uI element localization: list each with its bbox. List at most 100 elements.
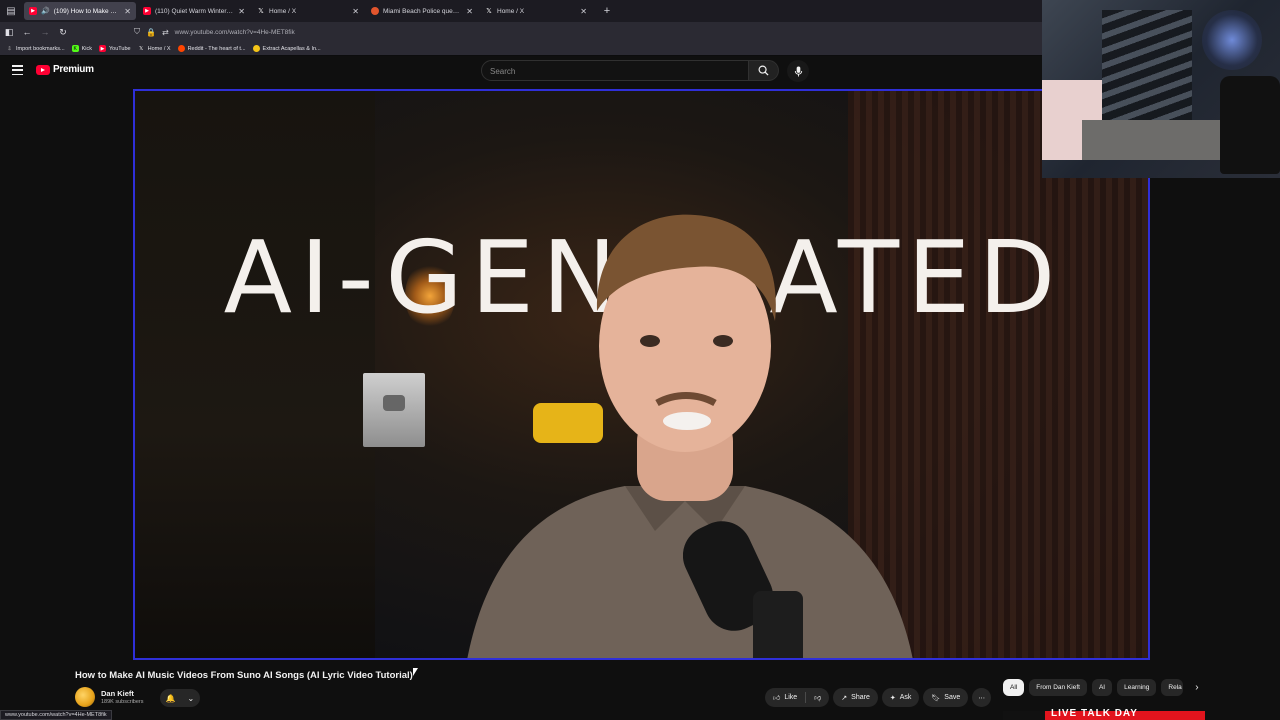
notification-bell-button[interactable]: 🔔 ⌄ xyxy=(160,689,200,707)
tab-close-icon[interactable]: ✕ xyxy=(124,7,131,16)
save-button[interactable]: 🔖︎ Save xyxy=(923,688,969,707)
share-button[interactable]: ↗ Share xyxy=(833,688,878,707)
like-label: Like xyxy=(784,694,798,701)
bookmark-label: Import bookmarks... xyxy=(16,45,65,52)
url-text[interactable]: www.youtube.com/watch?v=4He-MET8fik xyxy=(175,29,295,36)
youtube-favicon-icon: ▶ xyxy=(99,45,106,52)
video-actions: 👍︎ Like 👎︎ ↗ Share ✦ Ask 🔖︎ Save ⋯ xyxy=(765,688,992,707)
tab-close-icon[interactable]: ✕ xyxy=(352,7,359,16)
bookmark-extract-acapellas[interactable]: Extract Acapellas & In... xyxy=(252,45,321,52)
webcam-chair xyxy=(1220,76,1280,174)
webcam-desk xyxy=(1082,120,1232,160)
mouse-cursor-icon xyxy=(413,668,418,676)
tab-close-icon[interactable]: ✕ xyxy=(466,7,473,16)
tab-home-x-1[interactable]: 𝕏 Home / X ✕ xyxy=(252,2,364,20)
tab-close-icon[interactable]: ✕ xyxy=(580,7,587,16)
search-box[interactable] xyxy=(481,60,749,81)
thumbs-down-icon: 👎︎ xyxy=(814,695,822,702)
bookmark-icon: 🔖︎ xyxy=(931,694,941,702)
chip-ai[interactable]: AI xyxy=(1091,679,1113,696)
webcam-stairs xyxy=(1102,10,1192,130)
tab-title: Home / X xyxy=(497,7,525,15)
speaker-icon[interactable]: 🔊 xyxy=(41,7,50,15)
url-bar[interactable]: ⛉ 🔒 ⇄ www.youtube.com/watch?v=4He-MET8fi… xyxy=(134,24,1034,40)
tab-close-icon[interactable]: ✕ xyxy=(238,7,245,16)
chevron-right-icon[interactable]: › xyxy=(1188,679,1205,696)
chevron-down-icon: ⌄ xyxy=(187,693,195,703)
microphone-icon xyxy=(794,65,802,77)
channel-name[interactable]: Dan Kieft xyxy=(101,689,144,698)
search-input[interactable] xyxy=(482,62,748,81)
bookmark-import[interactable]: ⇩ Import bookmarks... xyxy=(6,45,65,52)
save-label: Save xyxy=(944,694,961,701)
youtube-favicon-icon: ▶ xyxy=(143,7,151,15)
lock-icon[interactable]: 🔒 xyxy=(146,28,156,37)
share-label: Share xyxy=(851,694,870,701)
thumbs-up-icon: 👍︎ xyxy=(773,695,781,702)
dislike-button[interactable]: 👎︎ xyxy=(806,688,829,707)
bookmark-youtube[interactable]: ▶ YouTube xyxy=(99,45,131,52)
reload-icon[interactable]: ↻ xyxy=(54,22,72,42)
subscriber-count: 189K subscribers xyxy=(101,699,144,705)
bookmark-home-x[interactable]: 𝕏 Home / X xyxy=(138,45,171,52)
recommendation-chips: All From Dan Kieft AI Learning Rela › xyxy=(1003,679,1205,696)
voice-search-button[interactable] xyxy=(787,60,809,82)
tab-title: (109) How to Make AI Music xyxy=(53,7,121,15)
bookmark-reddit[interactable]: Reddit - The heart of t... xyxy=(177,45,246,52)
bookmark-label: Reddit - The heart of t... xyxy=(187,45,246,52)
bookmark-kick[interactable]: K Kick xyxy=(71,45,92,52)
ask-label: Ask xyxy=(899,694,912,701)
status-bar-url: www.youtube.com/watch?v=4He-MET8fik xyxy=(0,710,112,720)
menu-icon[interactable] xyxy=(12,65,23,75)
youtube-logo-icon xyxy=(36,64,50,75)
chip-related[interactable]: Rela xyxy=(1161,679,1184,696)
chip-learning[interactable]: Learning xyxy=(1117,679,1157,696)
recommended-thumbnail[interactable]: LIVE TALK DAY xyxy=(1003,708,1205,720)
reddit-favicon-icon xyxy=(177,45,185,52)
sidebar-toggle-icon[interactable]: ◧ xyxy=(0,22,18,42)
x-logo-icon: 𝕏 xyxy=(139,45,144,52)
youtube-premium-logo[interactable]: Premium xyxy=(36,64,94,75)
forward-icon[interactable]: → xyxy=(36,22,54,42)
channel-avatar[interactable] xyxy=(75,687,95,707)
thumbnail-text: LIVE TALK DAY xyxy=(1051,708,1138,719)
video-play-button-award xyxy=(363,373,425,447)
tab-title: Home / X xyxy=(269,7,297,15)
webcam-blue-light xyxy=(1202,10,1262,70)
ask-button[interactable]: ✦ Ask xyxy=(881,688,920,707)
tab-title: (110) Quiet Warm Winter Night xyxy=(155,7,235,15)
webcam-overlay xyxy=(1042,0,1280,178)
bell-icon: 🔔 xyxy=(165,693,176,703)
share-icon: ↗ xyxy=(841,694,848,702)
import-icon: ⇩ xyxy=(7,45,12,52)
bookmark-label: Home / X xyxy=(147,45,171,52)
sparkle-icon: ✦ xyxy=(889,694,896,702)
tab-quiet-warm[interactable]: ▶ (110) Quiet Warm Winter Night ✕ xyxy=(138,2,250,20)
new-tab-button[interactable]: + xyxy=(598,2,616,20)
x-logo-icon: 𝕏 xyxy=(486,8,492,15)
video-player[interactable]: AI-GENERATED xyxy=(133,89,1150,660)
like-button[interactable]: 👍︎ Like xyxy=(765,688,805,707)
search-button[interactable] xyxy=(749,60,779,81)
permissions-icon[interactable]: ⇄ xyxy=(162,28,169,37)
emoji-favicon-icon xyxy=(252,45,260,52)
more-actions-button[interactable]: ⋯ xyxy=(972,688,992,707)
tab-list-icon[interactable]: ▤ xyxy=(0,0,22,22)
youtube-favicon-icon: ▶ xyxy=(29,7,37,15)
back-icon[interactable]: ← xyxy=(18,22,36,42)
tab-youtube-video[interactable]: ▶ 🔊 (109) How to Make AI Music ✕ xyxy=(24,2,136,20)
search-icon xyxy=(758,65,769,76)
tab-home-x-2[interactable]: 𝕏 Home / X ✕ xyxy=(480,2,592,20)
chip-from-channel[interactable]: From Dan Kieft xyxy=(1029,679,1087,696)
video-title: How to Make AI Music Videos From Suno AI… xyxy=(75,670,413,681)
bookmark-label: Extract Acapellas & In... xyxy=(262,45,321,52)
tab-miami-beach[interactable]: Miami Beach Police question a ✕ xyxy=(366,2,478,20)
tab-title: Miami Beach Police question a xyxy=(383,7,462,15)
more-horizontal-icon: ⋯ xyxy=(978,694,986,702)
shield-icon[interactable]: ⛉ xyxy=(134,27,140,37)
kick-favicon-icon: K xyxy=(71,45,79,52)
channel-info[interactable]: Dan Kieft 189K subscribers xyxy=(75,687,144,707)
like-dislike-group: 👍︎ Like 👎︎ xyxy=(765,688,830,707)
chip-all[interactable]: All xyxy=(1003,679,1025,696)
video-microphone xyxy=(683,521,803,658)
